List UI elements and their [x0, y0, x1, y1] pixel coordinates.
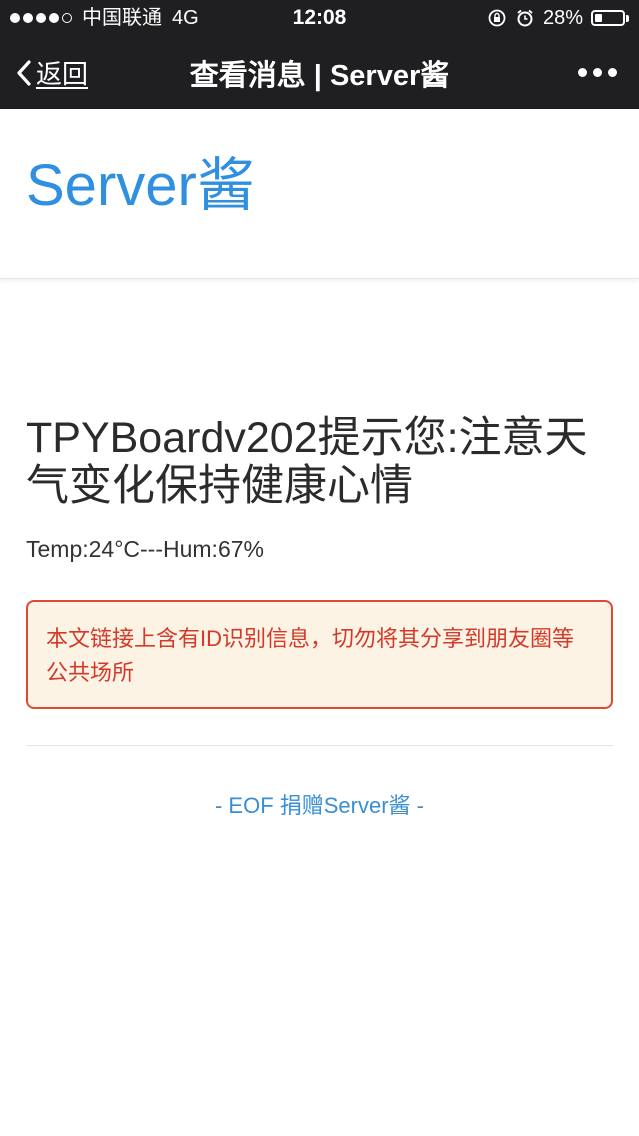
back-label[interactable]: 返回: [36, 54, 88, 91]
battery-fill: [595, 14, 603, 22]
message-title: TPYBoardv202提示您:注意天气变化保持健康心情: [26, 414, 588, 510]
back-button[interactable]: 返回: [16, 54, 88, 91]
footer: - EOF 捐赠Server酱 -: [0, 788, 639, 820]
footer-prefix: - EOF: [214, 793, 280, 818]
site-header: Server酱: [0, 109, 639, 279]
status-bar: 中国联通 4G 12:08 28%: [0, 0, 639, 36]
chevron-left-icon: [17, 59, 31, 86]
footer-suffix: -: [410, 793, 425, 818]
rotation-lock-icon: [488, 9, 506, 27]
alarm-icon: [517, 9, 533, 27]
warning-alert: 本文链接上含有ID识别信息，切勿将其分享到朋友圈等公共场所: [26, 600, 613, 709]
battery-icon: [591, 10, 629, 26]
nav-bar: 返回 查看消息 | Server酱: [0, 36, 639, 109]
divider: [26, 745, 613, 746]
top-bar: 中国联通 4G 12:08 28% 返回 查看消息 | Server酱: [0, 0, 639, 109]
more-dot: [578, 68, 587, 77]
message-body: Temp:24°C---Hum:67%: [26, 536, 264, 562]
donate-link[interactable]: 捐赠Server酱: [280, 793, 411, 818]
more-dot: [608, 68, 617, 77]
page-title: 查看消息 | Server酱: [189, 60, 450, 92]
battery-body: [591, 10, 625, 26]
more-dot: [593, 68, 602, 77]
status-right: 28%: [487, 0, 629, 36]
battery-percent: 28%: [542, 7, 583, 29]
battery-cap: [626, 14, 629, 22]
more-dots-icon[interactable]: [578, 68, 617, 77]
brand-logo-text[interactable]: Server酱: [26, 157, 255, 215]
